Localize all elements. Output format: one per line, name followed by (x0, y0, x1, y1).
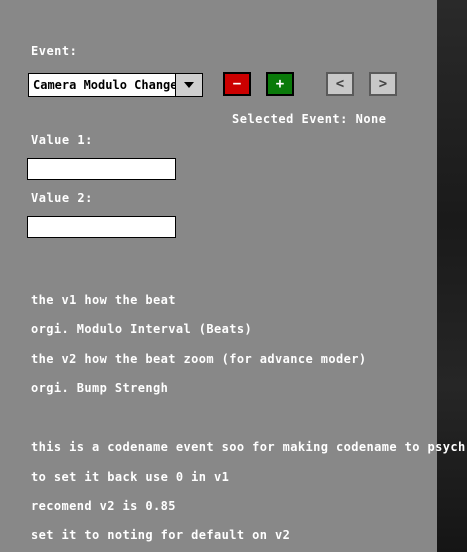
chevron-down-icon (184, 82, 194, 88)
value1-input[interactable] (27, 158, 176, 180)
chevron-left-icon: < (335, 76, 345, 92)
event-dropdown[interactable]: Camera Modulo Change (28, 73, 203, 97)
event-label: Event: (31, 44, 78, 58)
next-event-button[interactable]: > (369, 72, 397, 96)
description-line: the v1 how the beat (31, 293, 176, 307)
remove-event-button[interactable]: − (223, 72, 251, 96)
chevron-right-icon: > (378, 76, 388, 92)
description-line: this is a codename event soo for making … (31, 440, 466, 454)
event-editor-panel: Event: Camera Modulo Change − + < > Sele… (0, 0, 465, 552)
selected-event-text: Selected Event: None (232, 112, 387, 126)
description-line: the v2 how the beat zoom (for advance mo… (31, 352, 367, 366)
value2-label: Value 2: (31, 191, 93, 205)
description-line: orgi. Modulo Interval (Beats) (31, 322, 253, 336)
event-dropdown-value: Camera Modulo Change (33, 78, 178, 92)
description-line: to set it back use 0 in v1 (31, 470, 230, 484)
description-line: set it to noting for default on v2 (31, 528, 291, 542)
dropdown-arrow-button[interactable] (175, 74, 202, 96)
minus-icon: − (232, 76, 242, 92)
description-line: orgi. Bump Strengh (31, 381, 169, 395)
background-area (437, 0, 467, 552)
value2-input[interactable] (27, 216, 176, 238)
description-line: recomend v2 is 0.85 (31, 499, 176, 513)
plus-icon: + (275, 76, 285, 92)
value1-label: Value 1: (31, 133, 93, 147)
add-event-button[interactable]: + (266, 72, 294, 96)
previous-event-button[interactable]: < (326, 72, 354, 96)
